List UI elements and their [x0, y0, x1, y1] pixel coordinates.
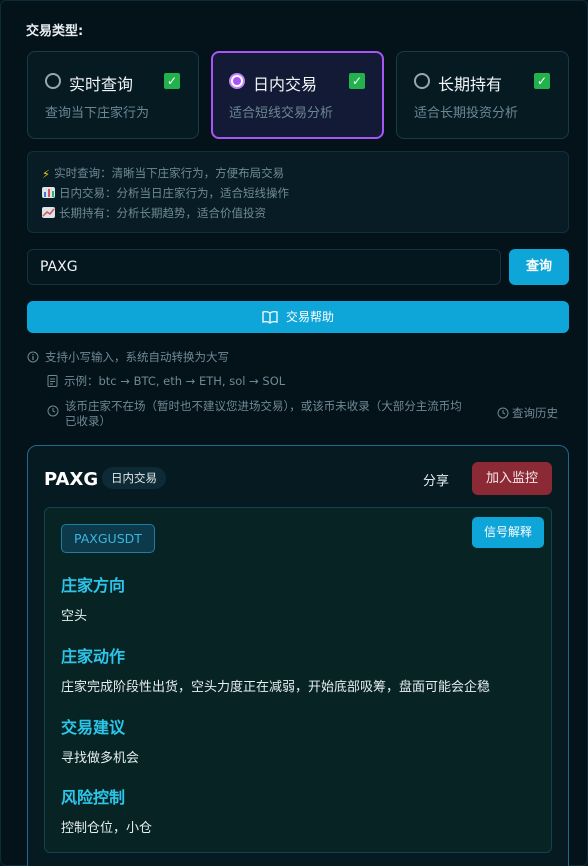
section-title-risk: 风险控制 — [61, 788, 126, 807]
section-title-advice: 交易建议 — [61, 718, 126, 737]
card-realtime-title: 实时查询 — [69, 75, 134, 94]
signal-explain-button[interactable]: 信号解释 — [472, 517, 544, 548]
card-longterm-subtitle: 适合长期投资分析 — [414, 106, 519, 121]
trade-help-button[interactable]: 交易帮助 — [27, 301, 569, 333]
tip-not-listed: 该币庄家不在场（暂时也不建议您进场交易），或该币未收录（大部分主流币均 已收录） — [47, 399, 462, 429]
trading-pair-tag: PAXGUSDT — [61, 524, 155, 553]
trade-help-label: 交易帮助 — [285, 310, 334, 324]
info-line-longterm: 长期持有：分析长期趋势，适合价值投资 — [42, 205, 266, 221]
signal-card: PAXGUSDT 信号解释 庄家方向 空头 庄家动作 庄家完成阶段性出货，空头力… — [44, 507, 552, 853]
add-monitor-button[interactable]: 加入监控 — [472, 462, 552, 495]
result-panel: PAXG 日内交易 分享 加入监控 PAXGUSDT 信号解释 庄家方向 空头 … — [27, 445, 569, 866]
section-text-risk: 控制仓位，小仓 — [61, 821, 153, 836]
tip-uppercase: 支持小写输入，系统自动转换为大写 — [27, 349, 229, 365]
check-icon[interactable]: ✓ — [534, 73, 550, 89]
trade-type-info-box: ⚡ 实时查询：清晰当下庄家行为，方便布局交易 日内交易：分析当日庄家行为，适合短线… — [27, 151, 569, 233]
trade-type-cards: 实时查询 ✓ 查询当下庄家行为 日内交易 ✓ 适合短线交易分析 长期持有 ✓ 适… — [27, 51, 569, 139]
result-type-badge: 日内交易 — [102, 467, 166, 489]
bar-chart-icon — [42, 187, 55, 198]
section-title-action: 庄家动作 — [61, 647, 126, 666]
card-intraday-subtitle: 适合短线交易分析 — [229, 106, 334, 121]
query-history-link[interactable]: 查询历史 — [497, 405, 558, 421]
lightning-icon: ⚡ — [42, 167, 51, 181]
document-icon — [47, 375, 58, 387]
trend-chart-icon — [42, 207, 55, 218]
book-icon — [262, 311, 278, 324]
card-intraday-title: 日内交易 — [253, 75, 318, 94]
section-text-advice: 寻找做多机会 — [61, 751, 140, 766]
check-icon[interactable]: ✓ — [349, 73, 365, 89]
check-icon[interactable]: ✓ — [164, 73, 180, 89]
section-text-direction: 空头 — [61, 609, 88, 624]
section-title-direction: 庄家方向 — [61, 576, 126, 595]
share-button[interactable]: 分享 — [423, 470, 449, 489]
symbol-search-input[interactable]: PAXG — [27, 249, 501, 285]
info-icon — [27, 351, 39, 363]
result-symbol: PAXG — [44, 469, 99, 490]
radio-longterm[interactable] — [414, 73, 430, 89]
clock-icon — [47, 405, 59, 417]
radio-intraday[interactable] — [229, 73, 245, 89]
card-realtime-subtitle: 查询当下庄家行为 — [45, 106, 150, 121]
query-button[interactable]: 查询 — [509, 249, 569, 285]
trade-type-label: 交易类型: — [26, 24, 84, 39]
app-frame: 交易类型: 实时查询 ✓ 查询当下庄家行为 日内交易 ✓ 适合短线交易分析 长期… — [0, 0, 588, 866]
info-line-intraday: 日内交易：分析当日庄家行为，适合短线操作 — [42, 185, 289, 201]
card-longterm[interactable]: 长期持有 ✓ 适合长期投资分析 — [396, 51, 569, 139]
card-intraday[interactable]: 日内交易 ✓ 适合短线交易分析 — [211, 51, 384, 139]
section-text-action: 庄家完成阶段性出货，空头力度正在减弱，开始底部吸筹，盘面可能会企稳 — [61, 680, 491, 695]
clock-icon — [497, 407, 509, 419]
radio-realtime[interactable] — [45, 73, 61, 89]
info-line-realtime: ⚡ 实时查询：清晰当下庄家行为，方便布局交易 — [42, 166, 285, 181]
card-longterm-title: 长期持有 — [438, 75, 503, 94]
card-realtime[interactable]: 实时查询 ✓ 查询当下庄家行为 — [27, 51, 199, 139]
tip-example: 示例：btc → BTC, eth → ETH, sol → SOL — [47, 373, 285, 389]
